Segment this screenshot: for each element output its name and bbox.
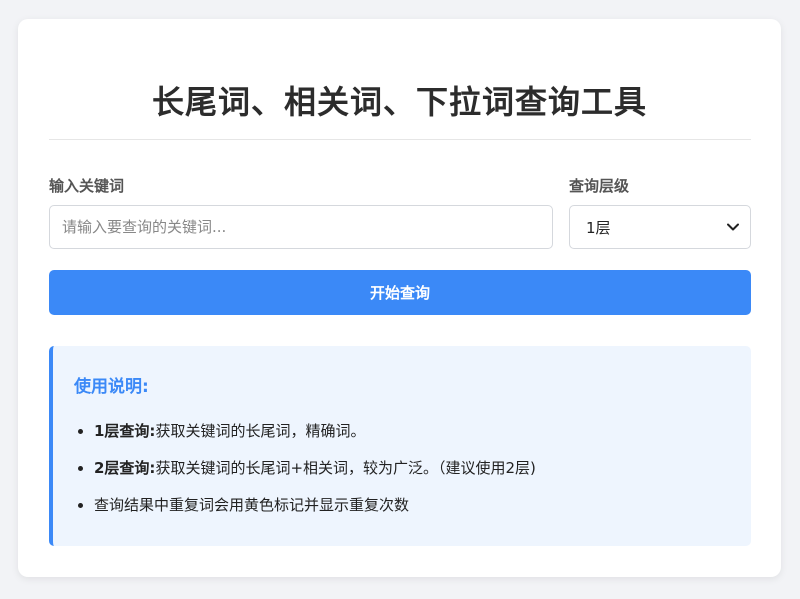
list-item-text: 获取关键词的长尾词+相关词，较为广泛。（建议使用2层) (155, 459, 536, 477)
bullet-icon (78, 503, 83, 508)
list-item: 2层查询:获取关键词的长尾词+相关词，较为广泛。（建议使用2层) (74, 457, 536, 494)
list-item: 1层查询:获取关键词的长尾词，精确词。 (74, 420, 536, 457)
list-item-strong: 2层查询: (94, 459, 156, 477)
level-label: 查询层级 (569, 177, 630, 195)
keyword-input[interactable] (49, 205, 553, 249)
instructions-list: 1层查询:获取关键词的长尾词，精确词。 2层查询:获取关键词的长尾词+相关词，较… (74, 420, 536, 531)
keyword-label: 输入关键词 (49, 177, 125, 195)
title-divider (49, 139, 751, 140)
bullet-icon (78, 429, 83, 434)
level-select-value: 1层 (586, 218, 611, 237)
instructions-title: 使用说明: (74, 377, 149, 397)
main-card: 长尾词、相关词、下拉词查询工具 输入关键词 查询层级 1层 开始查询 使用说明:… (18, 19, 781, 577)
bullet-icon (78, 466, 83, 471)
list-item-text: 获取关键词的长尾词，精确词。 (155, 422, 366, 440)
list-item-text: 查询结果中重复词会用黄色标记并显示重复次数 (94, 496, 410, 514)
level-select[interactable]: 1层 (569, 205, 751, 249)
start-query-button[interactable]: 开始查询 (49, 270, 751, 315)
list-item: 查询结果中重复词会用黄色标记并显示重复次数 (74, 494, 536, 531)
list-item-strong: 1层查询: (94, 422, 156, 440)
instructions-panel: 使用说明: 1层查询:获取关键词的长尾词，精确词。 2层查询:获取关键词的长尾词… (49, 346, 751, 546)
page-title: 长尾词、相关词、下拉词查询工具 (151, 83, 647, 121)
chevron-down-icon (726, 220, 740, 234)
